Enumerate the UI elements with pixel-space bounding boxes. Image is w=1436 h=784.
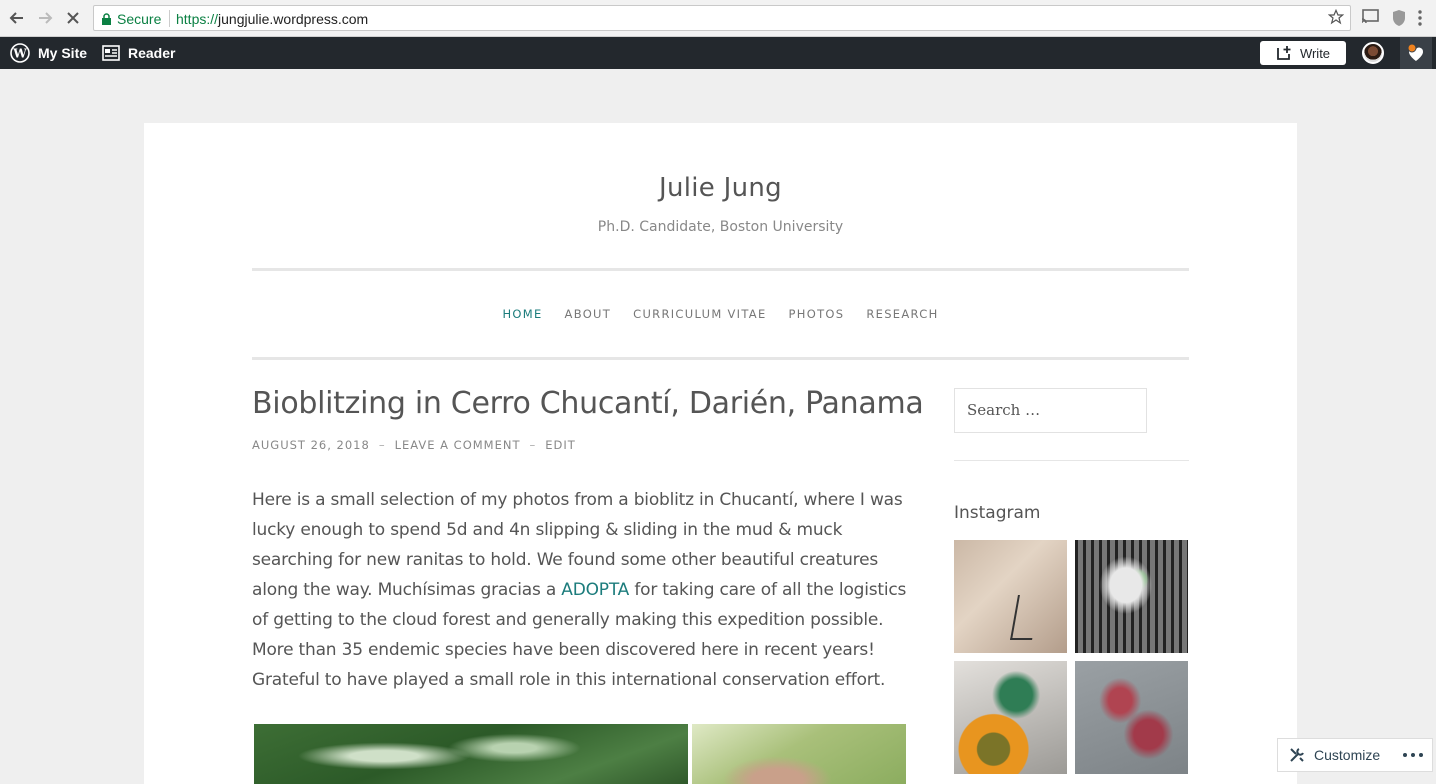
meta-separator: – bbox=[378, 438, 386, 452]
gallery-photo-leaf[interactable] bbox=[692, 724, 906, 784]
back-button[interactable] bbox=[6, 7, 28, 29]
menu-kebab-icon[interactable] bbox=[1418, 10, 1422, 31]
bookmark-star-icon[interactable] bbox=[1327, 8, 1345, 30]
menu-item-research[interactable]: RESEARCH bbox=[855, 307, 949, 321]
post-meta: AUGUST 26, 2018 – LEAVE A COMMENT – EDIT bbox=[252, 438, 576, 452]
reader-label: Reader bbox=[128, 45, 176, 61]
post-title[interactable]: Bioblitzing in Cerro Chucantí, Darién, P… bbox=[252, 386, 924, 421]
stop-button[interactable] bbox=[62, 7, 84, 29]
site-content: Julie Jung Ph.D. Candidate, Boston Unive… bbox=[144, 123, 1297, 784]
customize-button[interactable]: Customize bbox=[1277, 738, 1433, 772]
notifications-button[interactable] bbox=[1400, 37, 1432, 69]
post-body: Here is a small selection of my photos f… bbox=[252, 485, 912, 695]
lock-icon bbox=[102, 13, 111, 25]
secure-indicator[interactable]: Secure bbox=[102, 11, 161, 27]
customize-label: Customize bbox=[1314, 747, 1381, 763]
secure-label: Secure bbox=[117, 11, 162, 27]
leave-comment-link[interactable]: LEAVE A COMMENT bbox=[395, 438, 521, 452]
sidebar-divider bbox=[954, 460, 1189, 461]
instagram-photo-4[interactable] bbox=[1075, 661, 1188, 774]
url-text[interactable]: https://jungjulie.wordpress.com bbox=[176, 11, 368, 27]
browser-toolbar: Secure https://jungjulie.wordpress.com bbox=[0, 0, 1436, 37]
menu-divider bbox=[252, 357, 1189, 360]
my-site-label: My Site bbox=[38, 45, 88, 61]
url-scheme: https:// bbox=[176, 11, 219, 27]
adopta-link[interactable]: ADOPTA bbox=[561, 580, 629, 600]
menu-item-home[interactable]: HOME bbox=[491, 307, 553, 321]
instagram-photo-3[interactable] bbox=[954, 661, 1067, 774]
cast-icon[interactable] bbox=[1361, 9, 1379, 30]
back-arrow-icon bbox=[9, 12, 23, 24]
reader-icon bbox=[102, 45, 120, 61]
header-divider bbox=[252, 268, 1189, 271]
post-date[interactable]: AUGUST 26, 2018 bbox=[252, 438, 370, 452]
gallery-photo-canopy[interactable] bbox=[254, 724, 688, 784]
menu-item-about[interactable]: ABOUT bbox=[554, 307, 623, 321]
wordpress-logo-icon: W bbox=[10, 43, 30, 63]
more-options-icon bbox=[1403, 753, 1424, 757]
tools-icon bbox=[1290, 748, 1304, 762]
address-bar[interactable]: Secure https://jungjulie.wordpress.com bbox=[93, 5, 1351, 31]
close-icon bbox=[67, 12, 79, 24]
meta-separator: – bbox=[529, 438, 537, 452]
search-input[interactable]: Search … bbox=[954, 388, 1147, 433]
edit-link[interactable]: EDIT bbox=[545, 438, 576, 452]
shield-icon[interactable] bbox=[1391, 9, 1407, 32]
url-divider bbox=[169, 10, 170, 27]
instagram-photo-2[interactable] bbox=[1075, 540, 1188, 653]
tattoo-drawing bbox=[1010, 595, 1040, 640]
forward-button[interactable] bbox=[34, 7, 56, 29]
instagram-photo-1[interactable] bbox=[954, 540, 1067, 653]
reader-link[interactable]: Reader bbox=[102, 37, 175, 69]
svg-text:W: W bbox=[12, 47, 27, 61]
new-post-icon bbox=[1277, 46, 1291, 60]
forward-arrow-icon bbox=[39, 12, 53, 24]
write-label: Write bbox=[1299, 45, 1331, 61]
search-placeholder: Search … bbox=[967, 401, 1041, 419]
menu-item-photos[interactable]: PHOTOS bbox=[778, 307, 856, 321]
menu-item-cv[interactable]: CURRICULUM VITAE bbox=[622, 307, 777, 321]
site-title[interactable]: Julie Jung bbox=[144, 173, 1297, 203]
my-site-link[interactable]: W My Site bbox=[10, 37, 87, 69]
primary-menu: HOME ABOUT CURRICULUM VITAE PHOTOS RESEA… bbox=[144, 307, 1297, 321]
instagram-widget-title: Instagram bbox=[954, 503, 1041, 523]
url-host: jungjulie.wordpress.com bbox=[218, 11, 369, 27]
site-description: Ph.D. Candidate, Boston University bbox=[597, 219, 844, 235]
notifications-icon bbox=[1407, 43, 1424, 61]
wp-admin-bar: W My Site Reader Write bbox=[0, 37, 1436, 69]
avatar[interactable] bbox=[1362, 42, 1384, 64]
write-button[interactable]: Write bbox=[1260, 41, 1346, 65]
